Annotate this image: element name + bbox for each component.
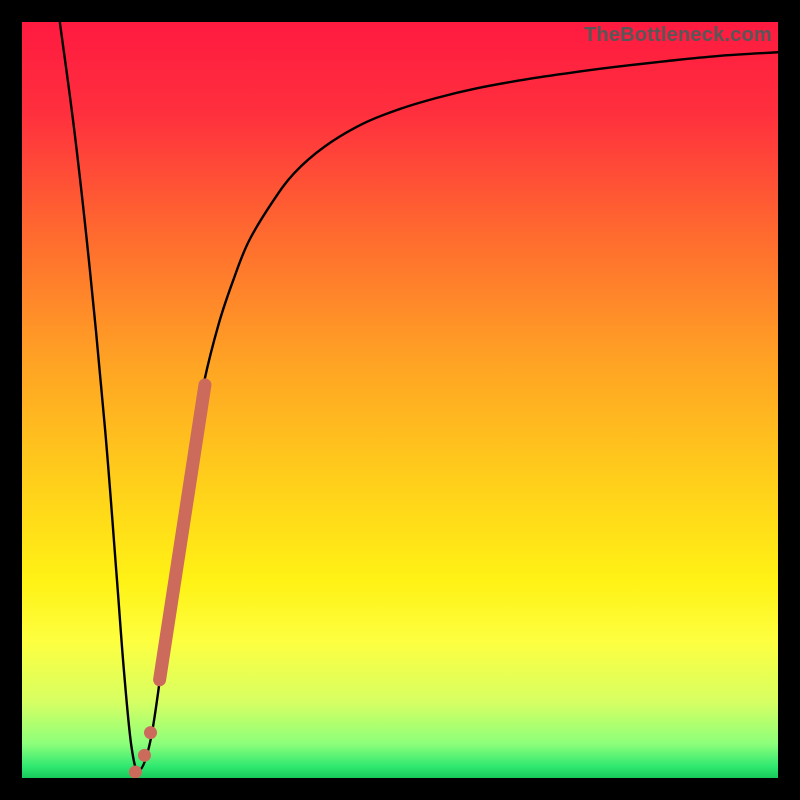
watermark-text: TheBottleneck.com xyxy=(584,24,772,47)
highlight-annotations xyxy=(129,385,205,778)
highlight-dash-3 xyxy=(129,765,142,778)
highlight-dash-2 xyxy=(138,749,151,762)
highlight-dash-1 xyxy=(144,726,157,739)
chart-frame: TheBottleneck.com xyxy=(0,0,800,800)
highlight-segment-1 xyxy=(160,385,205,680)
plot-area: TheBottleneck.com xyxy=(22,22,778,778)
curve-layer xyxy=(22,22,778,778)
